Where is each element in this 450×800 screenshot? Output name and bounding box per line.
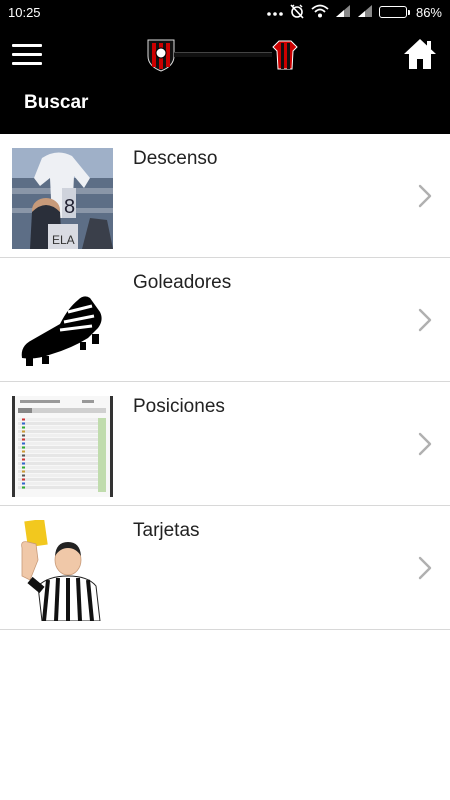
club-crest-logo: [146, 38, 298, 72]
status-time: 10:25: [8, 4, 41, 20]
list-item-label: Goleadores: [133, 272, 232, 293]
list-item-label: Posiciones: [133, 396, 225, 417]
status-bar: 10:25 86%: [0, 0, 450, 24]
list-item-goleadores[interactable]: Goleadores: [0, 258, 450, 382]
chevron-right-icon: [418, 308, 432, 332]
battery-percent: 86%: [415, 4, 442, 20]
descenso-photo: 8 ELA: [12, 148, 113, 249]
svg-text:8: 8: [64, 196, 75, 218]
brand-divider: [174, 52, 272, 57]
crest-icon: [147, 39, 175, 72]
signal-icon: [357, 4, 373, 21]
list-item-label: Tarjetas: [133, 520, 200, 541]
chevron-right-icon: [418, 432, 432, 456]
search-options-list: 8 ELA Descenso Goleadores Posiciones Tar…: [0, 134, 450, 630]
referee-yellow-card-image: [12, 520, 113, 621]
page-title: Buscar: [24, 92, 89, 113]
football-boot-icon: [12, 272, 113, 373]
chevron-right-icon: [418, 556, 432, 580]
alarm-off-icon: [289, 3, 305, 22]
status-icons: 86%: [267, 3, 442, 22]
list-item-descenso[interactable]: 8 ELA Descenso: [0, 134, 450, 258]
list-item-tarjetas[interactable]: Tarjetas: [0, 506, 450, 630]
list-item-posiciones[interactable]: Posiciones: [0, 382, 450, 506]
svg-text:ELA: ELA: [52, 233, 75, 247]
battery-icon: [378, 6, 410, 18]
wifi-icon: [311, 4, 329, 21]
list-item-label: Descenso: [133, 148, 218, 169]
jersey-icon: [272, 40, 298, 70]
home-icon[interactable]: [402, 36, 438, 72]
hamburger-menu-icon[interactable]: [12, 44, 42, 66]
signal-icon: [335, 4, 351, 21]
more-dots-icon: [267, 5, 283, 20]
chevron-right-icon: [418, 184, 432, 208]
standings-table-image: [12, 396, 113, 497]
app-toolbar: Buscar: [0, 24, 450, 134]
